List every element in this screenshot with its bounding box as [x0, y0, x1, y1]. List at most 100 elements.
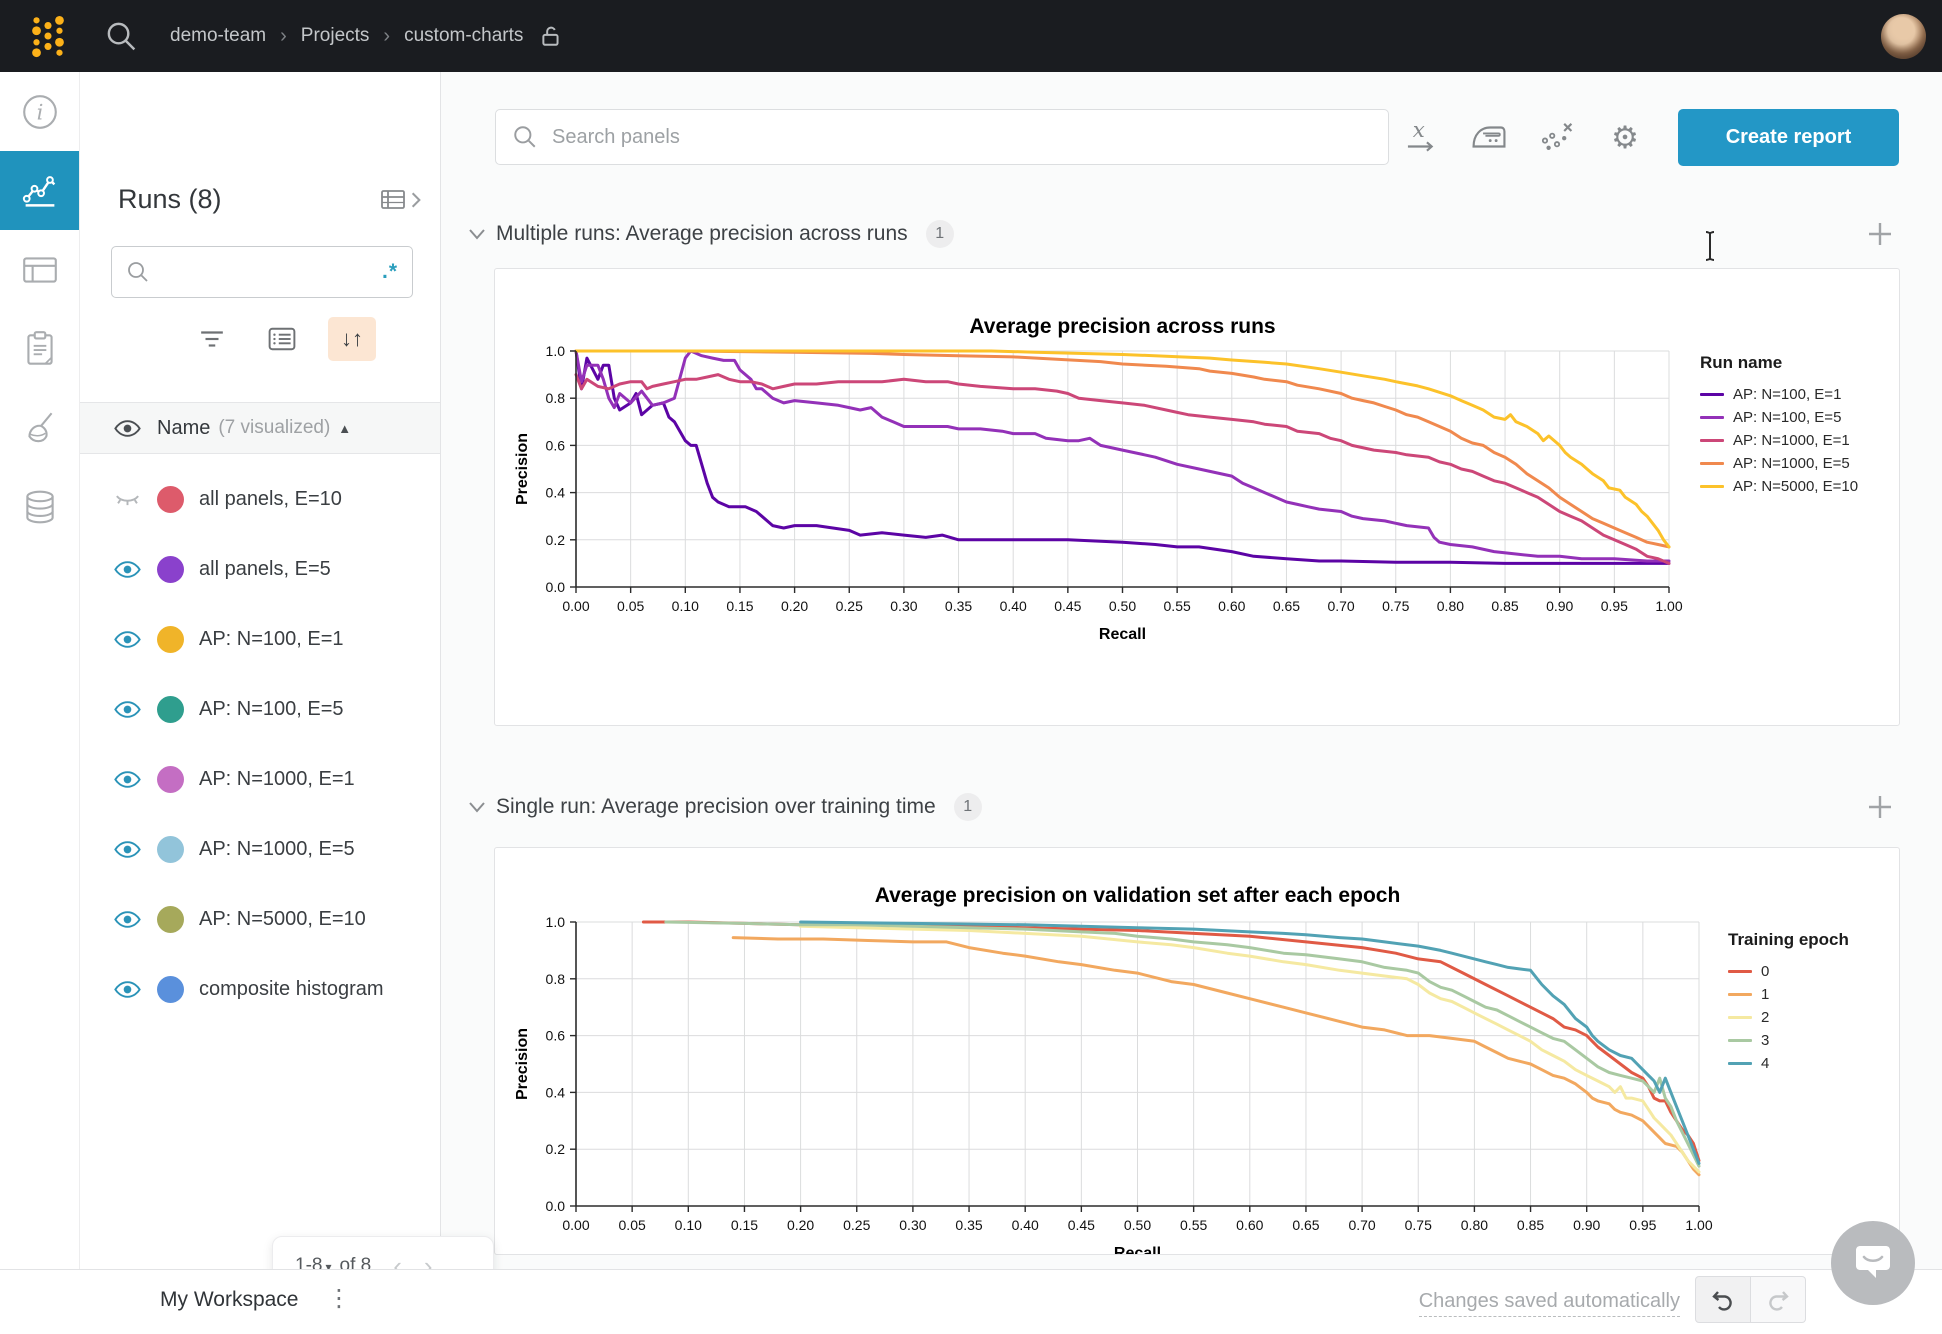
svg-text:0.20: 0.20: [787, 1217, 814, 1233]
run-name[interactable]: AP: N=100, E=1: [199, 628, 344, 651]
run-name[interactable]: AP: N=1000, E=1: [199, 768, 355, 791]
help-chat-button[interactable]: [1831, 1221, 1915, 1305]
legend-swatch: [1728, 970, 1752, 973]
svg-text:0.30: 0.30: [899, 1217, 926, 1233]
panel-search-input[interactable]: [550, 125, 1372, 150]
toggle-all-visibility-icon[interactable]: [114, 419, 141, 438]
legend-swatch: [1728, 993, 1752, 996]
create-report-button[interactable]: Create report: [1678, 109, 1899, 166]
legend-item: 1: [1728, 983, 1849, 1006]
run-row[interactable]: AP: N=1000, E=5: [80, 814, 440, 884]
nav-charts-icon[interactable]: [0, 151, 79, 230]
run-row[interactable]: AP: N=100, E=5: [80, 674, 440, 744]
svg-text:0.00: 0.00: [562, 598, 589, 614]
add-panel-icon[interactable]: [1864, 218, 1896, 250]
nav-tables-icon[interactable]: [0, 230, 79, 309]
legend-label: AP: N=100, E=5: [1733, 409, 1841, 426]
run-visible-eye-icon[interactable]: [114, 980, 141, 999]
chart-panel-multiple-runs[interactable]: 0.000.050.100.150.200.250.300.350.400.45…: [494, 268, 1900, 726]
nav-overview-icon[interactable]: i: [0, 72, 79, 151]
run-row[interactable]: AP: N=100, E=1: [80, 604, 440, 674]
section-title[interactable]: Single run: Average precision over train…: [496, 795, 936, 819]
section-header-single-run: Single run: Average precision over train…: [441, 785, 1942, 829]
svg-text:0.75: 0.75: [1382, 598, 1409, 614]
breadcrumb-separator: ›: [383, 25, 390, 48]
svg-text:0.95: 0.95: [1601, 598, 1628, 614]
run-visible-eye-icon[interactable]: [114, 840, 141, 859]
collapse-chevron-icon[interactable]: [467, 227, 487, 241]
autosave-status[interactable]: Changes saved automatically: [1419, 1290, 1680, 1317]
svg-text:0.75: 0.75: [1405, 1217, 1432, 1233]
run-row[interactable]: AP: N=1000, E=1: [80, 744, 440, 814]
filter-button[interactable]: [188, 317, 236, 361]
nav-logs-icon[interactable]: [0, 309, 79, 388]
runs-name-header[interactable]: Name (7 visualized) ▲: [80, 402, 440, 454]
svg-text:0.50: 0.50: [1124, 1217, 1151, 1233]
epoch-precision-chart[interactable]: 0.000.050.100.150.200.250.300.350.400.45…: [509, 858, 1719, 1255]
regex-toggle[interactable]: .*: [382, 260, 398, 284]
run-name[interactable]: AP: N=100, E=5: [199, 698, 344, 721]
outliers-icon[interactable]: [1537, 117, 1577, 157]
redo-button[interactable]: [1751, 1276, 1806, 1323]
run-color-dot: [157, 766, 184, 793]
run-row[interactable]: all panels, E=5: [80, 534, 440, 604]
bottom-bar: My Workspace ⋮ Changes saved automatical…: [0, 1269, 1942, 1334]
run-row[interactable]: all panels, E=10: [80, 464, 440, 534]
collapse-chevron-icon[interactable]: [467, 800, 487, 814]
global-search-icon[interactable]: [104, 19, 138, 53]
run-visible-eye-icon[interactable]: [114, 700, 141, 719]
breadcrumb-projects[interactable]: Projects: [301, 25, 370, 47]
smoothing-icon[interactable]: [1469, 117, 1509, 157]
svg-text:0.25: 0.25: [843, 1217, 870, 1233]
legend-label: 2: [1761, 1009, 1769, 1026]
svg-text:0.95: 0.95: [1629, 1217, 1656, 1233]
chart-panel-single-run[interactable]: 0.000.050.100.150.200.250.300.350.400.45…: [494, 847, 1900, 1255]
run-name[interactable]: AP: N=1000, E=5: [199, 838, 355, 861]
run-name[interactable]: all panels, E=5: [199, 558, 331, 581]
undo-button[interactable]: [1695, 1276, 1751, 1323]
settings-gear-icon[interactable]: ⚙: [1605, 117, 1645, 157]
run-row[interactable]: AP: N=5000, E=10: [80, 884, 440, 954]
run-visible-eye-icon[interactable]: [114, 910, 141, 929]
legend-item: 4: [1728, 1052, 1849, 1075]
run-visible-eye-icon[interactable]: [114, 630, 141, 649]
user-avatar[interactable]: [1881, 14, 1926, 59]
runs-search-input[interactable]: [160, 260, 372, 284]
sort-button[interactable]: ↓↑: [328, 317, 376, 361]
run-visible-eye-icon[interactable]: [114, 560, 141, 579]
run-hidden-eye-icon[interactable]: [114, 490, 141, 509]
visualized-count: (7 visualized): [218, 417, 330, 439]
nav-sweeps-icon[interactable]: [0, 388, 79, 467]
precision-recall-chart[interactable]: 0.000.050.100.150.200.250.300.350.400.45…: [509, 281, 1685, 691]
run-row[interactable]: composite histogram: [80, 954, 440, 1024]
workspace-menu-icon[interactable]: ⋮: [327, 1284, 351, 1313]
svg-text:0.90: 0.90: [1546, 598, 1573, 614]
run-visible-eye-icon[interactable]: [114, 770, 141, 789]
svg-text:0.10: 0.10: [672, 598, 699, 614]
legend-label: AP: N=100, E=1: [1733, 386, 1841, 403]
legend-swatch: [1700, 485, 1724, 488]
top-navbar: demo-team › Projects › custom-charts: [0, 0, 1942, 72]
svg-text:0.00: 0.00: [562, 1217, 589, 1233]
svg-text:Average precision on validatio: Average precision on validation set afte…: [875, 884, 1401, 907]
legend-swatch: [1700, 416, 1724, 419]
sort-direction-caret-icon[interactable]: ▲: [338, 421, 351, 436]
run-name[interactable]: composite histogram: [199, 978, 384, 1001]
section-title[interactable]: Multiple runs: Average precision across …: [496, 222, 908, 246]
wandb-logo-icon[interactable]: [22, 11, 74, 61]
workspace-selector[interactable]: My Workspace: [160, 1288, 298, 1312]
legend-label: AP: N=1000, E=5: [1733, 455, 1850, 472]
breadcrumb-team[interactable]: demo-team: [170, 25, 266, 47]
group-button[interactable]: [258, 317, 306, 361]
runs-table-expand-button[interactable]: [380, 188, 422, 212]
svg-text:0.8: 0.8: [546, 390, 566, 406]
name-column-header[interactable]: Name: [157, 417, 210, 440]
run-name[interactable]: all panels, E=10: [199, 488, 342, 511]
add-panel-icon[interactable]: [1864, 791, 1896, 823]
run-name[interactable]: AP: N=5000, E=10: [199, 908, 366, 931]
breadcrumb-project-name[interactable]: custom-charts: [404, 25, 523, 47]
svg-text:0.80: 0.80: [1437, 598, 1464, 614]
svg-text:0.05: 0.05: [619, 1217, 646, 1233]
nav-artifacts-icon[interactable]: [0, 467, 79, 546]
x-axis-settings-icon[interactable]: x: [1401, 117, 1441, 157]
